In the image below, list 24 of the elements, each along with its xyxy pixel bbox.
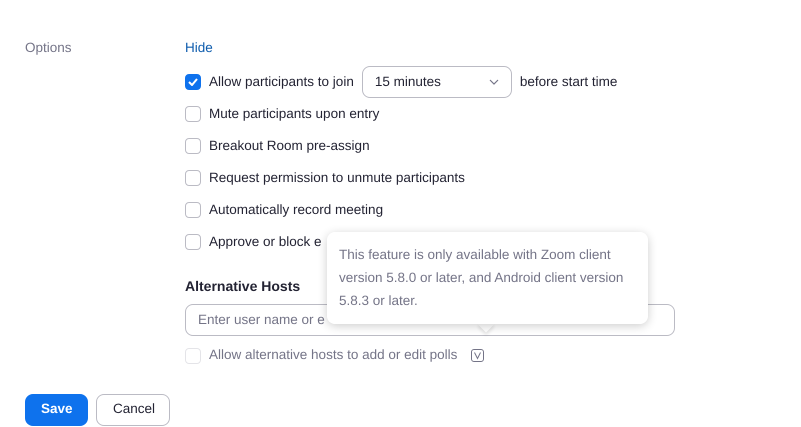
option-label: Allow alternative hosts to add or edit polls (209, 346, 458, 364)
option-label: Approve or block e (209, 233, 322, 252)
option-label: Automatically record meeting (209, 201, 384, 220)
option-label: Allow participants to join (209, 73, 354, 92)
checkbox[interactable] (185, 106, 201, 122)
option-label: Request permission to unmute participants (209, 169, 465, 188)
chevron-down-icon (488, 79, 499, 86)
save-button[interactable]: Save (25, 394, 88, 426)
options-label: Options (25, 39, 73, 57)
cancel-button[interactable]: Cancel (96, 394, 170, 426)
alternative-hosts-heading: Alternative Hosts (185, 277, 300, 296)
checkbox[interactable] (185, 202, 201, 218)
checkbox[interactable] (185, 170, 201, 186)
hide-link[interactable]: Hide (185, 40, 213, 55)
tooltip: This feature is only available with Zoom client version 5.8.0 or later, and Android client version 5.8.3 or later. (327, 232, 648, 324)
check-icon (188, 78, 198, 86)
checkbox[interactable] (185, 138, 201, 154)
duration-dropdown[interactable]: 15 minutes (362, 66, 512, 98)
option-label: Breakout Room pre-assign (209, 137, 370, 156)
checkbox[interactable] (185, 74, 201, 90)
checkbox[interactable] (185, 234, 201, 250)
version-info-icon[interactable] (471, 349, 484, 362)
option-suffix: before start time (520, 73, 618, 92)
option-label: Mute participants upon entry (209, 105, 380, 124)
